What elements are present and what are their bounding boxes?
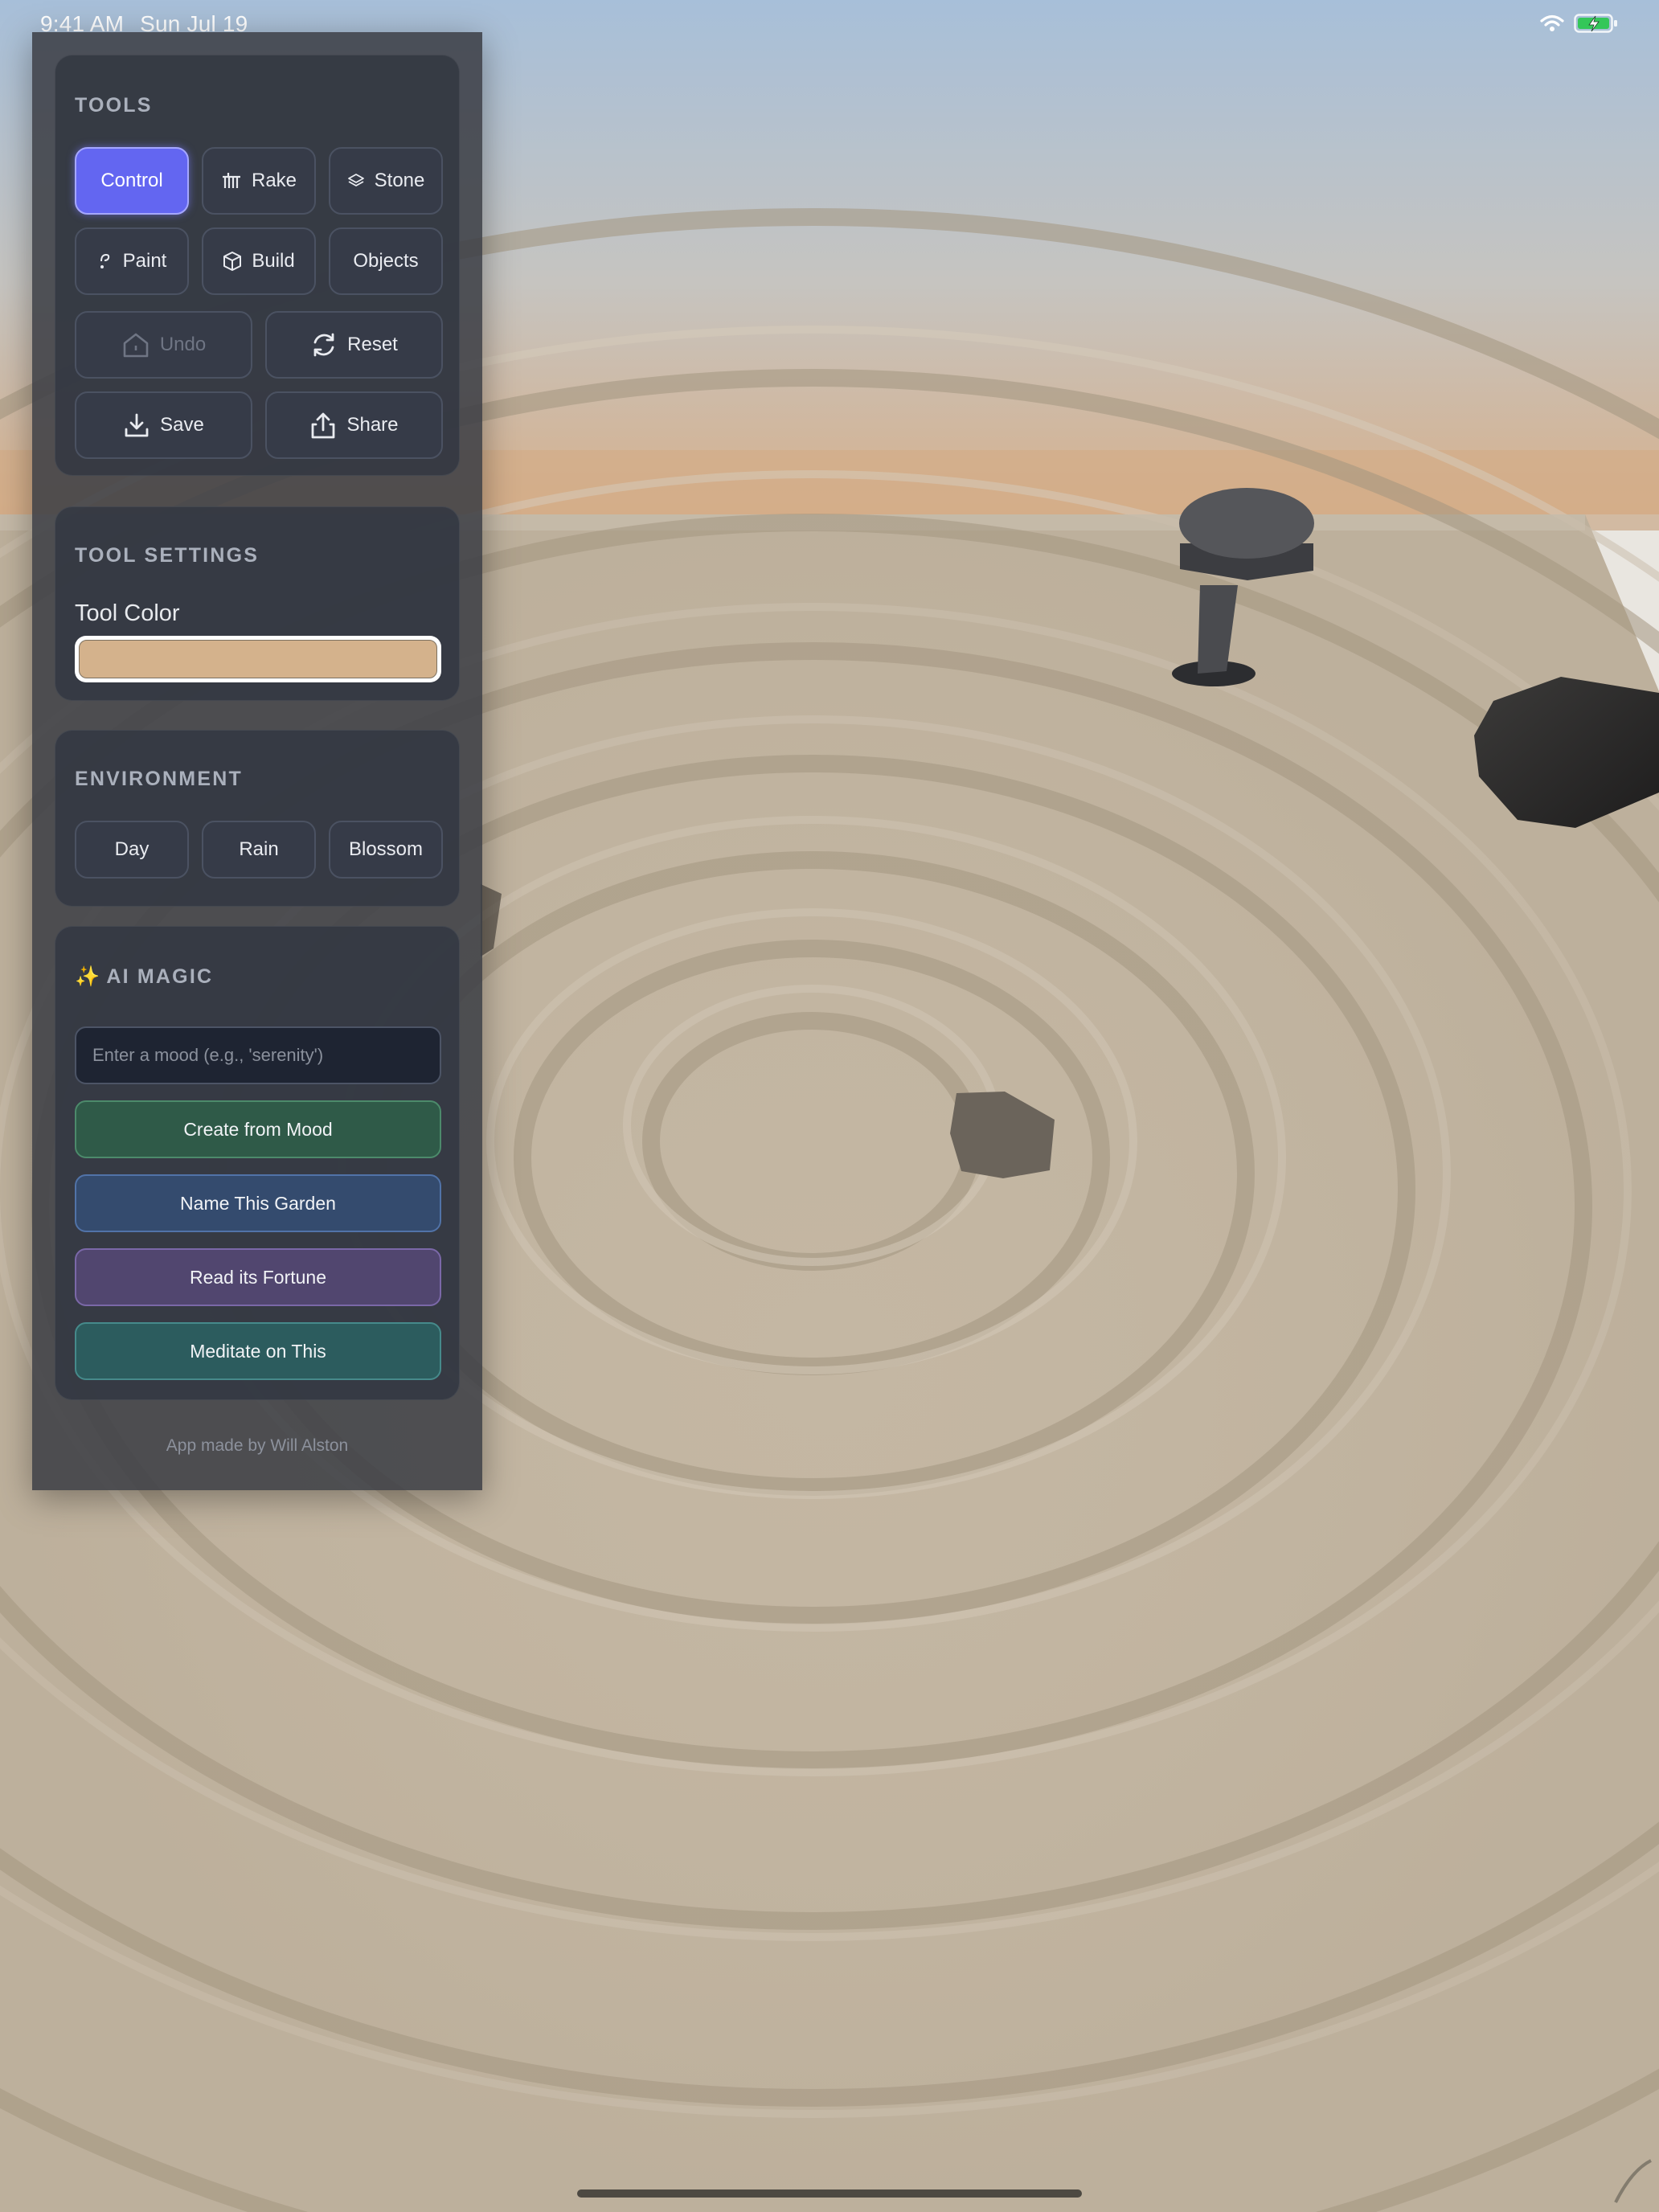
reset-label: Reset: [347, 334, 398, 355]
download-icon: [125, 413, 149, 437]
undo-button[interactable]: Undo: [75, 311, 252, 379]
share-button[interactable]: Share: [265, 391, 443, 459]
build-tool-button[interactable]: Build: [202, 227, 316, 295]
sparkles-icon: ✨: [75, 965, 100, 988]
reset-button[interactable]: Reset: [265, 311, 443, 379]
app-credit: App made by Will Alston: [166, 1436, 349, 1455]
paint-tool-label: Paint: [122, 250, 167, 272]
meditate-button[interactable]: Meditate on This: [75, 1322, 441, 1380]
create-from-mood-label: Create from Mood: [183, 1118, 333, 1140]
mood-input[interactable]: [75, 1026, 441, 1084]
objects-tool-label: Objects: [353, 250, 419, 272]
rain-label: Rain: [239, 838, 279, 860]
ai-magic-card: ✨ AI MAGIC Create from Mood Name This Ga…: [55, 926, 460, 1400]
stone-tool-label: Stone: [374, 170, 425, 191]
tool-settings-title: TOOL SETTINGS: [75, 544, 260, 567]
environment-card: ENVIRONMENT Day Rain Blossom: [55, 730, 460, 907]
create-from-mood-button[interactable]: Create from Mood: [75, 1100, 441, 1158]
day-label: Day: [114, 838, 150, 860]
blossom-label: Blossom: [348, 838, 424, 860]
wifi-icon: [1540, 14, 1564, 31]
stone-tool-button[interactable]: Stone: [329, 147, 443, 215]
rake-tool-button[interactable]: Rake: [202, 147, 316, 215]
control-panel: TOOLS Control Rake Stone Paint Build Obj…: [32, 32, 482, 1490]
rake-icon: [222, 173, 240, 188]
tool-color-picker[interactable]: [75, 636, 441, 682]
status-icons: [1540, 13, 1619, 34]
cube-icon: [223, 252, 242, 271]
control-tool-label: Control: [100, 170, 163, 191]
undo-label: Undo: [159, 334, 207, 355]
day-button[interactable]: Day: [75, 821, 189, 879]
tools-title: TOOLS: [75, 94, 153, 117]
ai-magic-title: ✨ AI MAGIC: [75, 965, 213, 989]
reset-icon: [313, 333, 334, 357]
share-icon: [312, 412, 335, 439]
objects-tool-button[interactable]: Objects: [329, 227, 443, 295]
layers-icon: [347, 174, 364, 186]
undo-home-icon: [123, 333, 149, 358]
tool-settings-card: TOOL SETTINGS Tool Color: [55, 506, 460, 701]
rain-button[interactable]: Rain: [202, 821, 316, 879]
blossom-button[interactable]: Blossom: [329, 821, 443, 879]
save-button[interactable]: Save: [75, 391, 252, 459]
environment-title: ENVIRONMENT: [75, 768, 243, 790]
read-fortune-button[interactable]: Read its Fortune: [75, 1248, 441, 1306]
name-garden-button[interactable]: Name This Garden: [75, 1174, 441, 1232]
read-fortune-label: Read its Fortune: [189, 1266, 327, 1288]
paint-icon: [100, 253, 109, 268]
build-tool-label: Build: [252, 250, 295, 272]
paint-tool-button[interactable]: Paint: [75, 227, 189, 295]
rake-tool-label: Rake: [251, 170, 297, 191]
save-label: Save: [160, 414, 204, 436]
tools-card: TOOLS Control Rake Stone Paint Build Obj…: [55, 55, 460, 476]
control-tool-button[interactable]: Control: [75, 147, 189, 215]
battery-charging-icon: [1574, 14, 1617, 33]
tool-color-label: Tool Color: [75, 600, 180, 626]
share-label: Share: [346, 414, 399, 436]
home-indicator[interactable]: [577, 2189, 1082, 2198]
ai-magic-title-text: AI MAGIC: [106, 965, 214, 988]
tool-color-swatch: [79, 640, 437, 678]
meditate-label: Meditate on This: [190, 1340, 326, 1362]
name-garden-label: Name This Garden: [180, 1192, 336, 1214]
